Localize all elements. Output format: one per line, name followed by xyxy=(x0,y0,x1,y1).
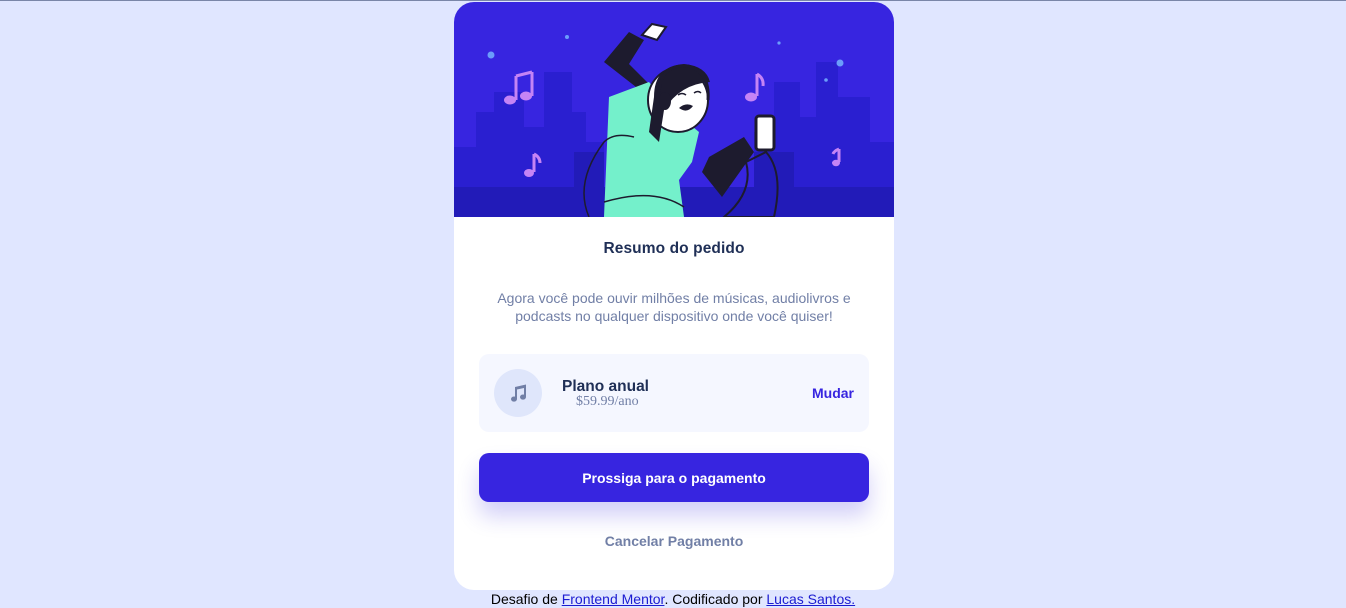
frontend-mentor-link[interactable]: Frontend Mentor xyxy=(562,591,665,607)
plan-summary: Plano anual $59.99/ano Mudar xyxy=(479,354,869,432)
dancing-person-illustration xyxy=(454,22,894,217)
footer-middle: . Codificado por xyxy=(664,591,767,607)
change-plan-link[interactable]: Mudar xyxy=(812,385,854,401)
hero-illustration xyxy=(454,2,894,217)
plan-price: $59.99/ano xyxy=(576,394,639,409)
cancel-payment-button[interactable]: Cancelar Pagamento xyxy=(479,530,869,552)
order-summary-card: Resumo do pedido Agora você pode ouvir m… xyxy=(454,2,894,590)
author-link[interactable]: Lucas Santos. xyxy=(766,591,855,607)
music-note-icon xyxy=(494,369,542,417)
attribution-footer: Desafio de Frontend Mentor. Codificado p… xyxy=(0,591,1346,608)
footer-prefix: Desafio de xyxy=(490,591,562,607)
top-border xyxy=(0,0,1346,1)
card-description: Agora você pode ouvir milhões de músicas… xyxy=(497,290,851,324)
proceed-to-payment-button[interactable]: Prossiga para o pagamento xyxy=(479,453,869,502)
card-title: Resumo do pedido xyxy=(603,240,745,257)
